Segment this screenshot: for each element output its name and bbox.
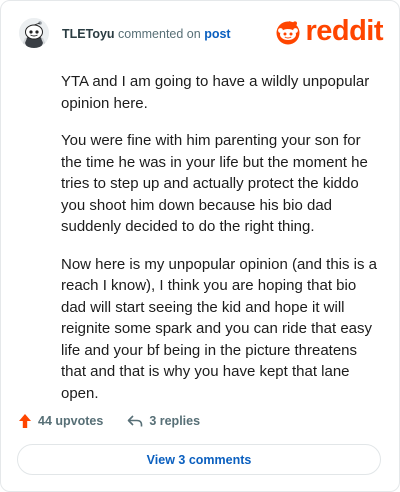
view-comments-button[interactable]: View 3 comments bbox=[17, 444, 381, 475]
upvote-count: 44 upvotes bbox=[38, 414, 104, 428]
snoo-avatar-icon bbox=[19, 18, 49, 48]
upvote-arrow-icon bbox=[19, 414, 31, 428]
reddit-wordmark: reddit bbox=[305, 15, 383, 47]
reddit-snoo-icon bbox=[276, 21, 300, 45]
comment-actions: 44 upvotes 3 replies bbox=[18, 411, 224, 431]
reply-arrow-icon bbox=[128, 415, 143, 427]
comment-paragraph: You were fine with him parenting your so… bbox=[61, 132, 368, 235]
post-link[interactable]: post bbox=[204, 27, 230, 41]
commented-on-text: commented on bbox=[118, 27, 201, 41]
avatar[interactable] bbox=[19, 18, 49, 48]
reply-count: 3 replies bbox=[149, 414, 201, 428]
replies-button[interactable]: 3 replies bbox=[127, 414, 200, 428]
comment-body: YTA and I am going to have a wildly unpo… bbox=[61, 71, 379, 420]
upvote-button[interactable]: 44 upvotes bbox=[18, 413, 103, 429]
comment-meta: TLEToyu commented on post bbox=[62, 27, 231, 41]
comment-paragraph: YTA and I am going to have a wildly unpo… bbox=[61, 73, 370, 112]
reddit-logo[interactable]: reddit bbox=[273, 15, 383, 47]
comment-card: TLEToyu commented on post reddit YTA and… bbox=[0, 0, 400, 492]
comment-header: TLEToyu commented on post reddit bbox=[19, 15, 383, 50]
comment-paragraph: Now here is my unpopular opinion (and th… bbox=[61, 255, 378, 402]
username-link[interactable]: TLEToyu bbox=[62, 27, 115, 41]
